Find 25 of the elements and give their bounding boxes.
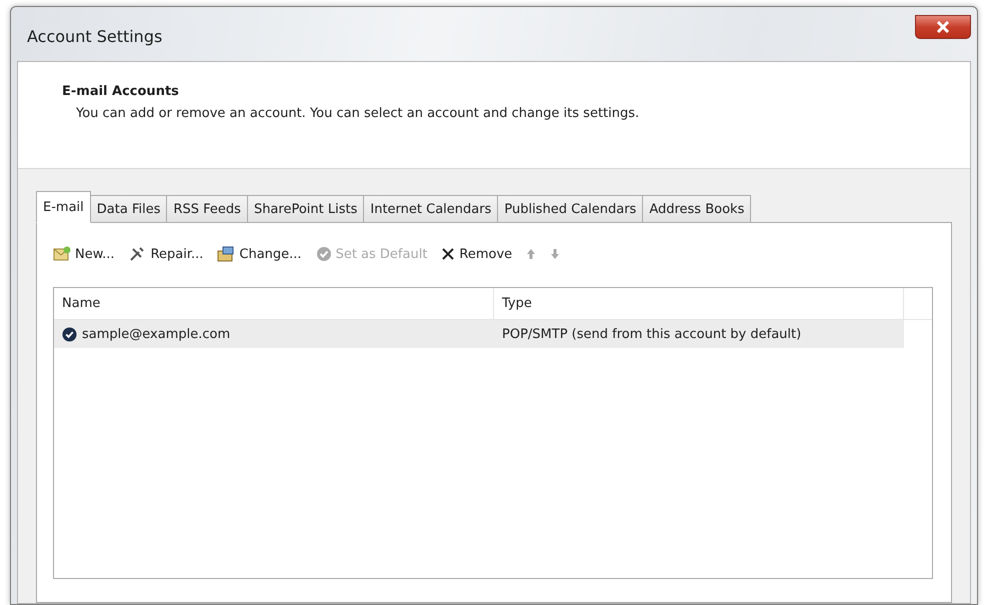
tab[interactable]: E-mail xyxy=(36,191,91,223)
tab[interactable]: Internet Calendars xyxy=(363,195,498,223)
section-title: E-mail Accounts xyxy=(62,84,180,99)
toolbar-button[interactable]: New... xyxy=(53,246,115,262)
toolbar-button[interactable]: Change... xyxy=(217,246,302,262)
tab[interactable]: SharePoint Lists xyxy=(246,195,364,223)
account-name: sample@example.com xyxy=(82,326,230,342)
column-header[interactable]: Name xyxy=(54,288,494,319)
check-circle-icon xyxy=(316,246,332,262)
tab[interactable]: Published Calendars xyxy=(497,195,644,223)
toolbar-button[interactable]: Repair... xyxy=(128,246,204,262)
account-type: POP/SMTP (send from this account by default) xyxy=(502,326,802,342)
tab[interactable]: RSS Feeds xyxy=(166,195,248,223)
tab[interactable]: Data Files xyxy=(90,195,168,223)
envelope-icon xyxy=(53,246,71,262)
column-header[interactable]: Type xyxy=(494,288,904,319)
card-icon xyxy=(217,246,236,262)
close-icon xyxy=(936,21,950,33)
close-button[interactable] xyxy=(915,15,971,39)
window-title: Account Settings xyxy=(27,26,162,46)
account-row[interactable]: sample@example.com POP/SMTP (send from this account by default) xyxy=(54,320,904,348)
toolbar-button[interactable]: Remove xyxy=(441,246,512,262)
section-description: You can add or remove an account. You can select an account and change its settings. xyxy=(76,106,640,121)
tab[interactable]: Address Books xyxy=(642,195,752,223)
x-icon xyxy=(441,247,456,261)
